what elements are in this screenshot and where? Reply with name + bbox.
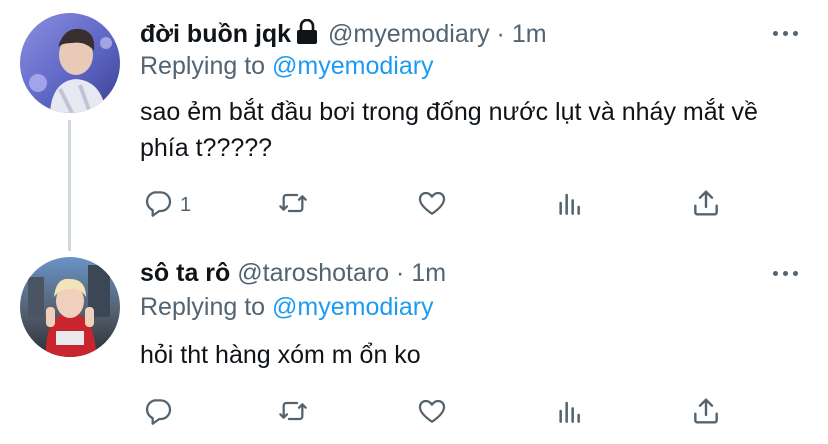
retweet-icon [277,395,309,432]
timestamp[interactable]: 1m [512,20,547,48]
avatar[interactable] [20,13,120,113]
replying-prefix: Replying to [140,52,266,80]
display-name[interactable]: sô ta rô [140,259,230,287]
handle[interactable]: @myemodiary [328,20,490,48]
tweet-text: sao ẻm bắt đầu bơi trong đống nước lụt v… [140,98,758,162]
separator-dot: · [496,20,505,48]
tweet-1[interactable]: đời buồn jqk @myemodiary · 1m Replying t… [0,0,828,251]
handle[interactable]: @taroshotaro [237,259,389,287]
avatar[interactable] [20,257,120,357]
share-button[interactable] [690,185,722,225]
analytics-icon [554,187,586,224]
reply-button[interactable] [142,393,174,433]
display-name[interactable]: đời buồn jqk [140,20,291,48]
reply-count: 1 [180,193,192,216]
reply-icon [142,187,174,224]
analytics-button[interactable] [554,185,586,225]
action-bar [0,393,828,433]
more-icon[interactable] [773,31,798,36]
action-bar: 1 [0,185,828,225]
tweet-2[interactable]: sô ta rô @taroshotaro · 1m Replying to @… [0,245,828,444]
share-button[interactable] [690,393,722,433]
replying-prefix: Replying to [140,293,266,321]
lock-icon [295,18,319,52]
separator-dot: · [396,259,405,287]
retweet-button[interactable] [277,185,309,225]
retweet-button[interactable] [277,393,309,433]
heart-icon [416,395,448,432]
share-icon [690,395,722,432]
analytics-icon [554,395,586,432]
tweet-header: đời buồn jqk @myemodiary · 1m [140,18,547,52]
share-icon [690,187,722,224]
tweet-text: hỏi tht hàng xóm m ổn ko [140,341,421,369]
reply-icon [142,395,174,432]
timestamp[interactable]: 1m [411,259,446,287]
replying-to: Replying to @myemodiary [140,52,434,81]
replying-to: Replying to @myemodiary [140,293,434,322]
replying-mention[interactable]: @myemodiary [272,52,434,80]
heart-icon [416,187,448,224]
analytics-button[interactable] [554,393,586,433]
reply-button[interactable]: 1 [142,185,191,225]
retweet-icon [277,187,309,224]
tweet-header: sô ta rô @taroshotaro · 1m [140,259,446,288]
like-button[interactable] [416,393,448,433]
like-button[interactable] [416,185,448,225]
more-icon[interactable] [773,271,798,276]
replying-mention[interactable]: @myemodiary [272,293,434,321]
